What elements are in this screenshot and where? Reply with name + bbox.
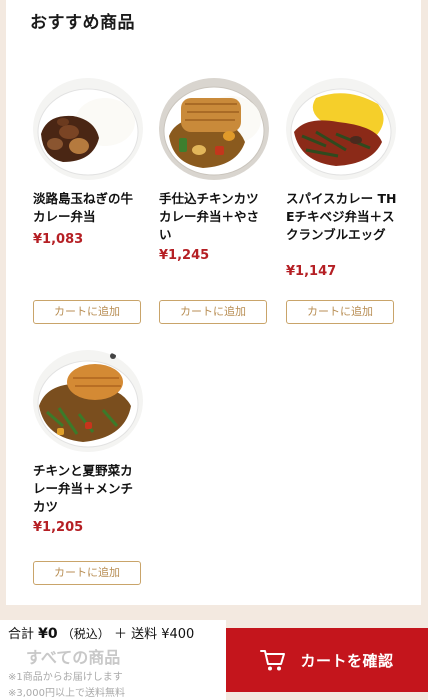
product-name[interactable]: チキンと夏野菜カレー弁当＋メンチカツ bbox=[33, 462, 145, 516]
product-name[interactable]: 手仕込チキンカツカレー弁当＋やさい bbox=[159, 190, 271, 244]
product-name[interactable]: 淡路島玉ねぎの牛カレー弁当 bbox=[33, 190, 145, 226]
product-image[interactable] bbox=[286, 76, 396, 182]
add-to-cart-button[interactable]: カートに追加 bbox=[159, 300, 267, 324]
view-cart-label: カートを確認 bbox=[300, 651, 394, 670]
product-image[interactable] bbox=[159, 76, 269, 182]
product-image[interactable] bbox=[33, 348, 143, 454]
all-items-link[interactable]: すべての商品 bbox=[26, 644, 120, 668]
add-to-cart-button[interactable]: カートに追加 bbox=[33, 300, 141, 324]
min-order-note: ※1商品からお届けします bbox=[8, 672, 123, 683]
cart-summary: 合計 ¥0 （税込） ＋ 送料 ¥400 すべての商品 ※1商品からお届けします… bbox=[0, 620, 226, 700]
total-label: 合計 bbox=[8, 627, 35, 642]
product-price: ¥1,245 bbox=[159, 248, 210, 263]
recommended-panel: おすすめ商品 淡路島玉ねぎの牛カレー弁当 ¥1,083 カートに追加 手仕込チキ… bbox=[6, 0, 421, 605]
cart-icon bbox=[260, 648, 286, 672]
tax-label: （税込） bbox=[61, 627, 110, 641]
free-shipping-note: ※3,000円以上で送料無料 bbox=[8, 688, 126, 699]
product-price: ¥1,147 bbox=[286, 264, 337, 279]
section-title: おすすめ商品 bbox=[30, 13, 135, 33]
product-name[interactable]: スパイスカレー THEチキベジ弁当＋スクランブルエッグ bbox=[286, 190, 398, 244]
product-price: ¥1,205 bbox=[33, 520, 84, 535]
add-to-cart-button[interactable]: カートに追加 bbox=[286, 300, 394, 324]
view-cart-button[interactable]: カートを確認 bbox=[226, 628, 428, 692]
add-to-cart-button[interactable]: カートに追加 bbox=[33, 561, 141, 585]
total-amount: ¥0 bbox=[38, 626, 58, 642]
cart-total: 合計 ¥0 （税込） ＋ 送料 ¥400 bbox=[8, 624, 223, 645]
product-price: ¥1,083 bbox=[33, 232, 84, 247]
shipping-fee: ＋ 送料 ¥400 bbox=[113, 627, 195, 642]
product-image[interactable] bbox=[33, 76, 143, 182]
